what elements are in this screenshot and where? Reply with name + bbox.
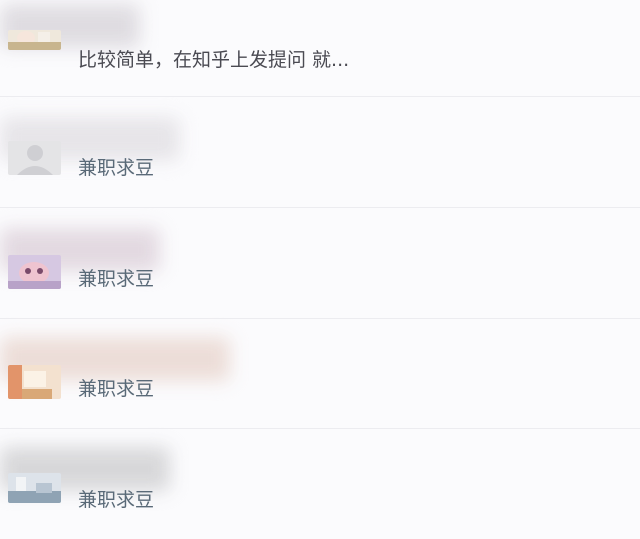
list-item[interactable]: 兼职求豆 (0, 429, 640, 539)
list-item[interactable]: 兼职求豆 (0, 97, 640, 207)
message-text: 兼职求豆 (78, 489, 155, 511)
message-text: 兼职求豆 (78, 378, 155, 400)
avatar[interactable] (8, 473, 61, 503)
list-item[interactable]: 兼职求豆 (0, 208, 640, 318)
list-item[interactable]: 比较简单，在知乎上发提问 就... (0, 0, 640, 96)
list-item[interactable]: 兼职求豆 (0, 319, 640, 429)
avatar[interactable] (8, 30, 61, 50)
avatar[interactable] (8, 141, 61, 175)
message-text: 兼职求豆 (78, 157, 155, 179)
message-text: 兼职求豆 (78, 268, 155, 290)
avatar[interactable] (8, 365, 61, 399)
avatar[interactable] (8, 255, 61, 289)
message-text: 比较简单，在知乎上发提问 就... (78, 49, 350, 71)
chat-message-list: 比较简单，在知乎上发提问 就... 兼职求豆 兼职求豆 兼职求豆 兼职求豆 (0, 0, 640, 529)
